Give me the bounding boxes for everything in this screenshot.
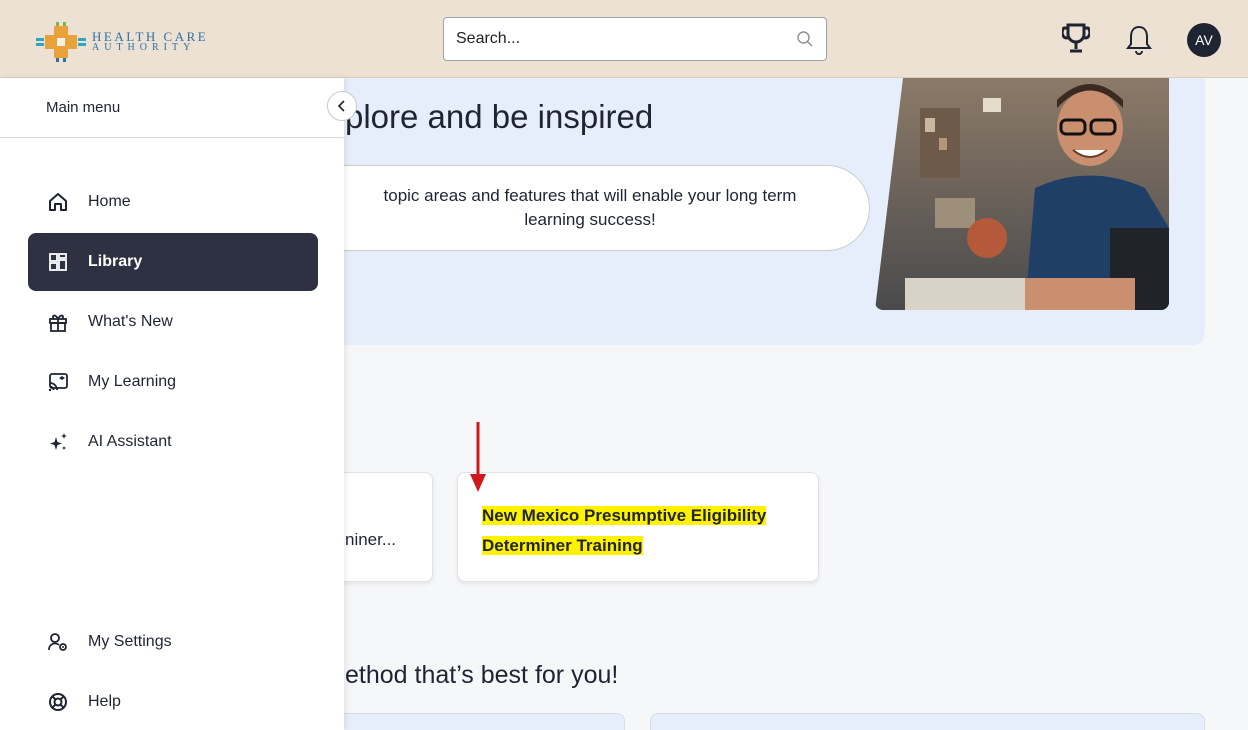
sidebar-item-label: Help (88, 693, 121, 710)
hero-subtitle: topic areas and features that will enabl… (270, 165, 870, 251)
search-box[interactable] (443, 17, 827, 61)
trophy-icon[interactable] (1062, 22, 1090, 56)
sidebar-item-label: Library (88, 253, 143, 270)
library-icon (46, 250, 70, 274)
sidebar-item-ai-assistant[interactable]: AI Assistant (28, 413, 318, 471)
sidebar-item-whats-new[interactable]: What's New (28, 293, 318, 351)
method-card-2[interactable] (650, 713, 1205, 730)
course-card-title[interactable]: New Mexico Presumptive Eligibility Deter… (482, 501, 794, 561)
main-menu-sidebar: Main menu Home Library What's New My Lea… (0, 78, 357, 730)
search-input[interactable] (456, 30, 796, 48)
sidebar-item-label: AI Assistant (88, 433, 172, 450)
sparkle-icon (46, 430, 70, 454)
sidebar-item-label: My Learning (88, 373, 177, 390)
health-care-authority-logo[interactable]: HEALTH CARE AUTHORITY (36, 22, 208, 62)
sidebar-item-help[interactable]: Help (28, 673, 318, 730)
bell-icon[interactable] (1126, 24, 1152, 56)
course-card-partial-title: niner... (345, 530, 397, 549)
sidebar-item-label: What's New (88, 313, 173, 330)
main-menu-title: Main menu (0, 78, 344, 138)
collapse-sidebar-button[interactable] (327, 91, 357, 121)
sidebar-item-label: Home (88, 193, 131, 210)
sidebar-item-my-learning[interactable]: My Learning (28, 353, 318, 411)
zia-sun-icon (36, 22, 86, 62)
home-icon (46, 190, 70, 214)
logo-line-2: AUTHORITY (92, 42, 196, 53)
section-title: ethod that’s best for you! (345, 661, 619, 689)
course-card-nm-pe-determiner[interactable]: New Mexico Presumptive Eligibility Deter… (457, 472, 819, 582)
annotation-arrow (470, 422, 486, 492)
hero-photo-man-at-laptop (875, 78, 1169, 310)
lifebuoy-icon (46, 690, 70, 714)
hero-title: plore and be inspired (345, 98, 654, 135)
search-icon[interactable] (796, 30, 814, 48)
my-learning-icon (46, 370, 70, 394)
method-card-1[interactable] (300, 713, 625, 730)
gift-icon (46, 310, 70, 334)
sidebar-item-library[interactable]: Library (28, 233, 318, 291)
highlighted-title-text: New Mexico Presumptive Eligibility Deter… (482, 506, 767, 555)
sidebar-item-label: My Settings (88, 633, 172, 650)
logo-text: HEALTH CARE AUTHORITY (92, 29, 209, 53)
user-avatar[interactable]: AV (1187, 23, 1221, 57)
top-header: HEALTH CARE AUTHORITY AV (0, 0, 1248, 78)
chevron-left-icon (337, 100, 345, 112)
logo-line-1: HEALTH CARE (92, 29, 209, 44)
user-settings-icon (46, 630, 70, 654)
sidebar-item-home[interactable]: Home (28, 173, 318, 231)
sidebar-item-my-settings[interactable]: My Settings (28, 613, 318, 671)
